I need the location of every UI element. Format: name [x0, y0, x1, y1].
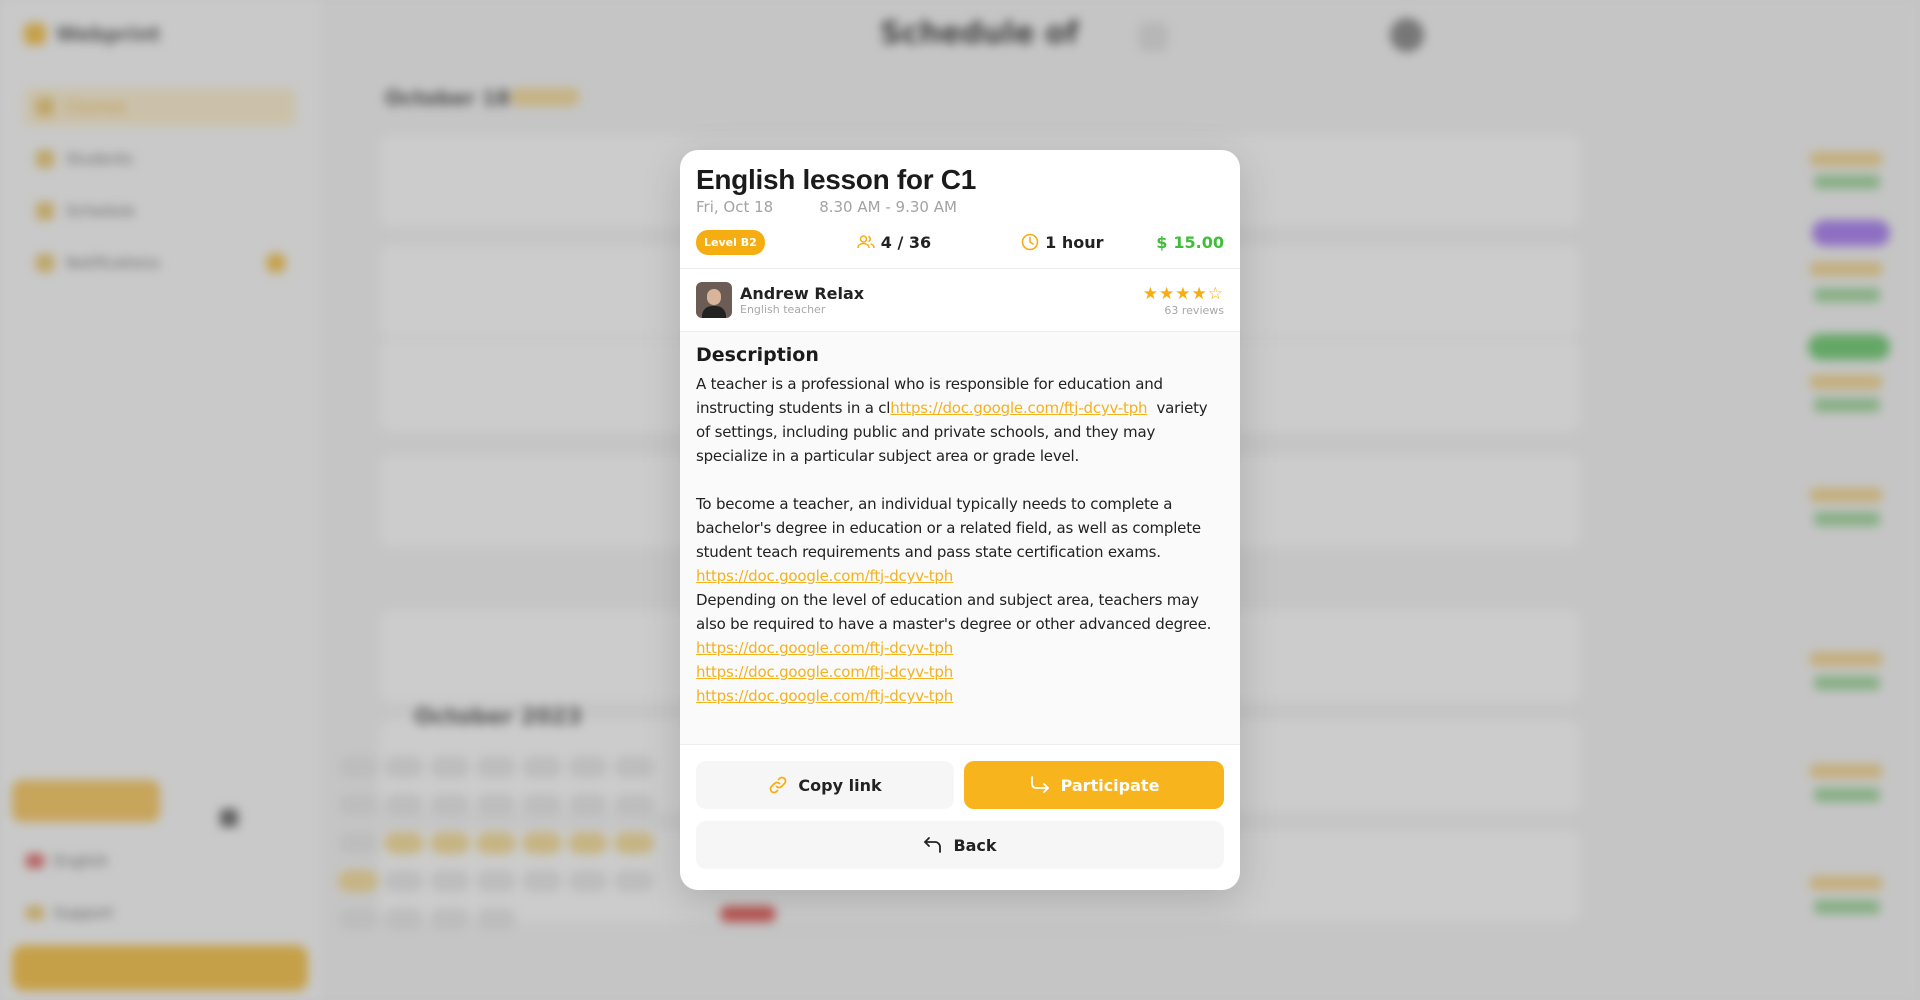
description-link[interactable]: https://doc.google.com/ftj-dcyv-tph	[696, 687, 953, 705]
lesson-title: English lesson for C1	[696, 164, 976, 195]
modal-header: English lesson for C1 Fri, Oct 18 8.30 AM…	[680, 150, 1240, 216]
star-filled-icon: ★	[1191, 283, 1208, 304]
lesson-datetime: Fri, Oct 18 8.30 AM - 9.30 AM	[696, 198, 1224, 216]
description-link[interactable]: https://doc.google.com/ftj-dcyv-tph	[696, 567, 953, 585]
clock-icon	[1021, 233, 1039, 251]
price-info: $ 15.00	[1156, 233, 1224, 252]
description-heading: Description	[696, 344, 819, 366]
seats-count: 4 / 36	[880, 232, 932, 252]
star-filled-icon: ★	[1142, 283, 1159, 304]
duration-info: 1 hour	[1021, 232, 1104, 252]
back-label: Back	[953, 835, 997, 855]
description-p3: Depending on the level of education and …	[696, 591, 1212, 633]
copy-link-button[interactable]: Copy link	[696, 761, 954, 809]
participate-button[interactable]: Participate	[964, 761, 1224, 809]
teacher-info: Andrew Relax English teacher	[740, 284, 864, 316]
teacher-name: Andrew Relax	[740, 284, 865, 303]
lesson-time: 8.30 AM - 9.30 AM	[819, 198, 957, 216]
duration-value: 1 hour	[1045, 232, 1104, 252]
teacher-role: English teacher	[740, 303, 826, 316]
teacher-rating: ★★★★☆ 63 reviews	[1143, 284, 1224, 317]
lesson-meta: Level B2 4 / 36 1 hour $ 15.00	[680, 216, 1240, 268]
modal-footer: Copy link Participate Back	[680, 745, 1240, 869]
participate-label: Participate	[1060, 775, 1160, 795]
return-arrow-icon	[923, 836, 943, 854]
reviews-count: 63 reviews	[1164, 303, 1224, 317]
star-filled-icon: ★	[1175, 283, 1192, 304]
teacher-avatar	[696, 282, 732, 318]
description-section: Description A teacher is a professional …	[680, 332, 1240, 744]
star-filled-icon: ★	[1159, 283, 1176, 304]
lesson-details-modal: English lesson for C1 Fri, Oct 18 8.30 AM…	[680, 150, 1240, 890]
dollar-icon: $	[1156, 232, 1168, 252]
description-link[interactable]: https://doc.google.com/ftj-dcyv-tph	[696, 663, 953, 681]
description-link[interactable]: https://doc.google.com/ftj-dcyv-tph	[890, 399, 1147, 417]
teacher-row: Andrew Relax English teacher ★★★★☆ 63 re…	[680, 269, 1240, 331]
link-icon	[768, 775, 788, 795]
star-rating: ★★★★☆	[1143, 284, 1224, 304]
back-button[interactable]: Back	[696, 821, 1224, 869]
lesson-date: Fri, Oct 18	[696, 198, 774, 216]
seats-info: 4 / 36	[857, 233, 931, 252]
description-link[interactable]: https://doc.google.com/ftj-dcyv-tph	[696, 639, 953, 657]
arrow-turn-right-icon	[1029, 775, 1051, 795]
price-value: 15.00	[1173, 232, 1224, 252]
users-icon	[857, 234, 875, 250]
star-empty-icon: ☆	[1207, 283, 1224, 304]
description-p2: To become a teacher, an individual typic…	[696, 495, 1201, 561]
copy-link-label: Copy link	[798, 775, 882, 795]
description-text: A teacher is a professional who is respo…	[696, 372, 1224, 708]
level-badge: Level B2	[696, 229, 765, 255]
